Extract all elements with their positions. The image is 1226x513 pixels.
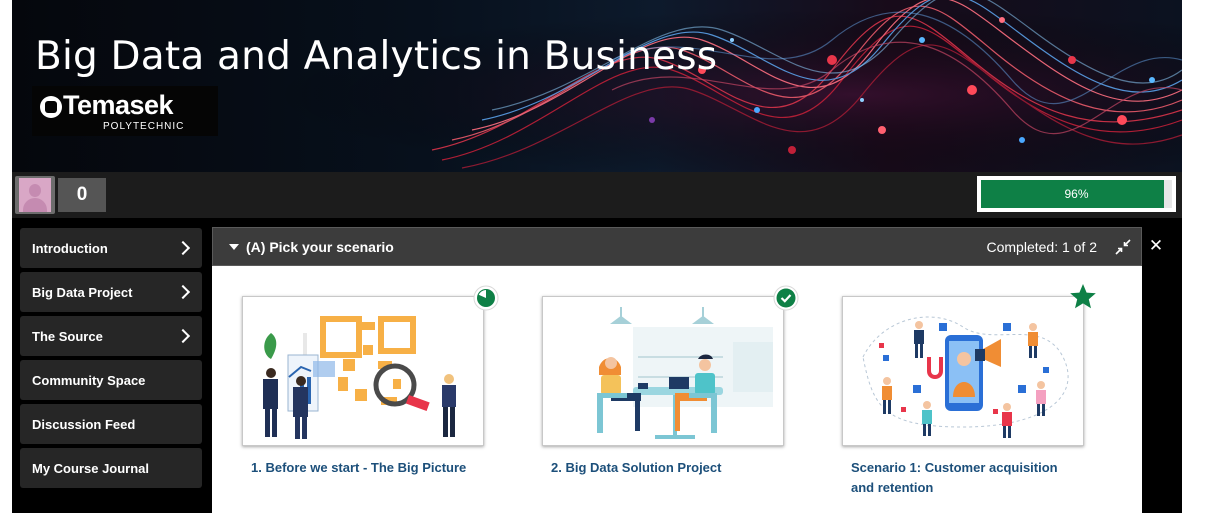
avatar-button[interactable] [15, 176, 55, 214]
course-progress-bar: 96% [977, 176, 1176, 212]
app-frame: Big Data and Analytics in Business Temas… [12, 0, 1182, 513]
chevron-right-icon [175, 328, 191, 344]
sidebar-item-label: Discussion Feed [32, 416, 136, 432]
card-thumbnail[interactable] [242, 296, 484, 446]
sidebar-item-label: My Course Journal [32, 460, 150, 476]
logo-name: Temasek [63, 90, 174, 120]
scenario-card-big-picture[interactable]: 1. Before we start - The Big Picture [242, 285, 499, 478]
star-icon [1070, 284, 1096, 309]
scenario-section-header[interactable]: (A) Pick your scenario Completed: 1 of 2 [212, 227, 1142, 266]
scenario-card-customer-acquisition[interactable]: Scenario 1: Customer acquisition and ret… [842, 284, 1096, 498]
progress-label: 96% [1064, 187, 1089, 201]
course-sidebar: Introduction Big Data Project The Source… [20, 228, 202, 492]
scenario-cards-area: 1. Before we start - The Big Picture 2. … [212, 266, 1142, 513]
meeting-illustration [543, 297, 783, 445]
sidebar-item-my-course-journal[interactable]: My Course Journal [20, 448, 202, 488]
big-picture-illustration [243, 297, 483, 445]
collapse-icon[interactable] [1115, 239, 1131, 255]
card-title[interactable]: 1. Before we start - The Big Picture [251, 458, 481, 478]
points-counter: 0 [58, 178, 106, 212]
caret-down-icon[interactable] [229, 244, 239, 250]
logo-subtitle: POLYTECHNIC [103, 121, 185, 132]
sidebar-item-label: The Source [32, 328, 103, 344]
close-icon[interactable]: ✕ [1148, 237, 1164, 255]
user-status-bar: 0 96% [12, 172, 1182, 218]
card-title[interactable]: Scenario 1: Customer acquisition and ret… [851, 458, 1081, 498]
card-title[interactable]: 2. Big Data Solution Project [551, 458, 781, 478]
scenario-card-big-data-solution[interactable]: 2. Big Data Solution Project [542, 285, 799, 478]
temasek-emblem-icon [40, 96, 62, 118]
partial-progress-icon [473, 285, 499, 311]
sidebar-item-community-space[interactable]: Community Space [20, 360, 202, 400]
customer-acquisition-illustration [843, 297, 1083, 445]
temasek-polytechnic-logo: Temasek POLYTECHNIC [32, 86, 218, 136]
chevron-right-icon [175, 284, 191, 300]
sidebar-item-label: Community Space [32, 372, 146, 388]
completed-check-icon [773, 285, 799, 311]
sidebar-item-introduction[interactable]: Introduction [20, 228, 202, 268]
course-banner: Big Data and Analytics in Business Temas… [12, 0, 1182, 172]
chevron-right-icon [175, 240, 191, 256]
sidebar-item-label: Introduction [32, 240, 108, 256]
card-thumbnail[interactable] [842, 296, 1084, 446]
sidebar-item-label: Big Data Project [32, 284, 133, 300]
sidebar-item-big-data-project[interactable]: Big Data Project [20, 272, 202, 312]
sidebar-item-discussion-feed[interactable]: Discussion Feed [20, 404, 202, 444]
sidebar-item-the-source[interactable]: The Source [20, 316, 202, 356]
course-title: Big Data and Analytics in Business [35, 34, 718, 79]
completion-status: Completed: 1 of 2 [986, 239, 1097, 255]
user-silhouette-icon [29, 184, 41, 197]
avatar [19, 178, 51, 212]
section-title: (A) Pick your scenario [246, 239, 394, 255]
card-thumbnail[interactable] [542, 296, 784, 446]
